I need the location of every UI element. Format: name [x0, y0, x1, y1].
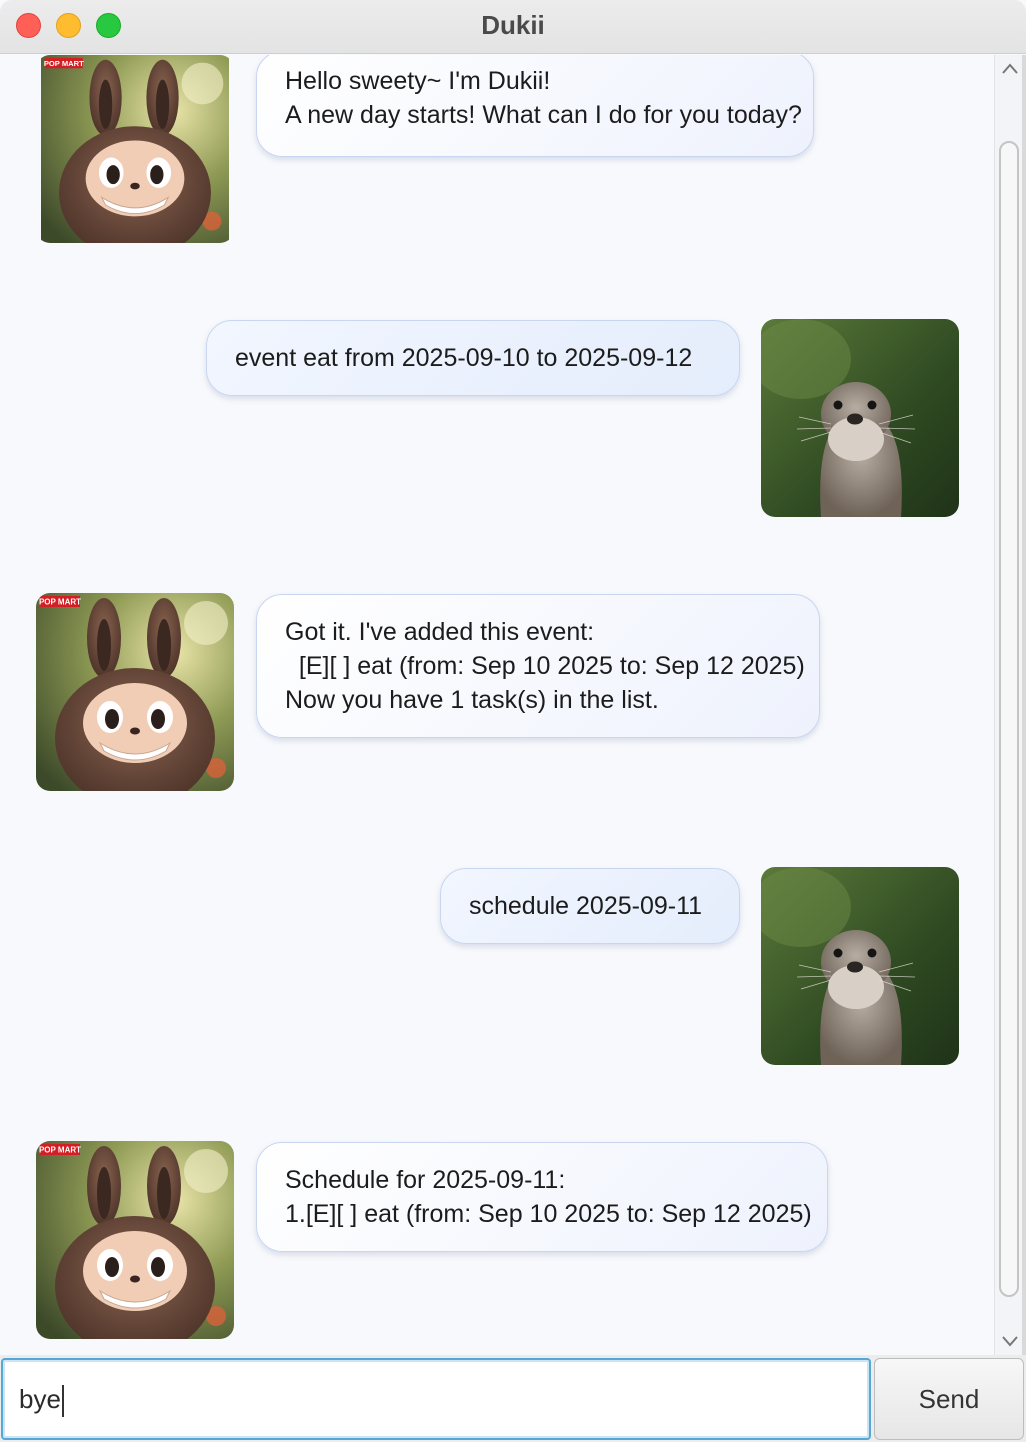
- user-message-bubble: event eat from 2025-09-10 to 2025-09-12: [206, 320, 740, 396]
- user-avatar: [761, 867, 959, 1065]
- otter-icon: [761, 319, 959, 517]
- input-bar: bye Send: [0, 1355, 1026, 1442]
- send-button[interactable]: Send: [874, 1358, 1024, 1440]
- user-avatar: [761, 319, 959, 517]
- labubu-doll-icon: [40, 55, 230, 243]
- otter-icon: [761, 867, 959, 1065]
- labubu-doll-icon: [36, 1141, 234, 1339]
- text-caret: [61, 1385, 64, 1418]
- scroll-down-icon[interactable]: [1000, 1331, 1020, 1351]
- scrollbar-thumb[interactable]: [999, 141, 1019, 1297]
- bot-message-bubble: Schedule for 2025-09-11: 1.[E][ ] eat (f…: [256, 1142, 828, 1252]
- title-bar: Dukii: [0, 0, 1026, 54]
- window-edge: [1022, 55, 1026, 1355]
- chat-area[interactable]: Hello sweety~ I'm Dukii! A new day start…: [0, 55, 994, 1355]
- message-input[interactable]: bye: [1, 1358, 871, 1440]
- bot-message-bubble: Hello sweety~ I'm Dukii! A new day start…: [256, 55, 814, 157]
- scroll-up-icon[interactable]: [1000, 59, 1020, 79]
- bot-message-bubble: Got it. I've added this event: [E][ ] ea…: [256, 594, 820, 738]
- bot-avatar: [36, 55, 234, 243]
- bot-avatar: [36, 593, 234, 791]
- app-window: Dukii Hello sweety~ I'm Dukii! A new day…: [0, 0, 1026, 1442]
- labubu-doll-icon: [36, 593, 234, 791]
- bot-avatar: [36, 1141, 234, 1339]
- window-title: Dukii: [481, 10, 545, 40]
- message-input-value: bye: [19, 1384, 61, 1414]
- user-message-bubble: schedule 2025-09-11: [440, 868, 740, 944]
